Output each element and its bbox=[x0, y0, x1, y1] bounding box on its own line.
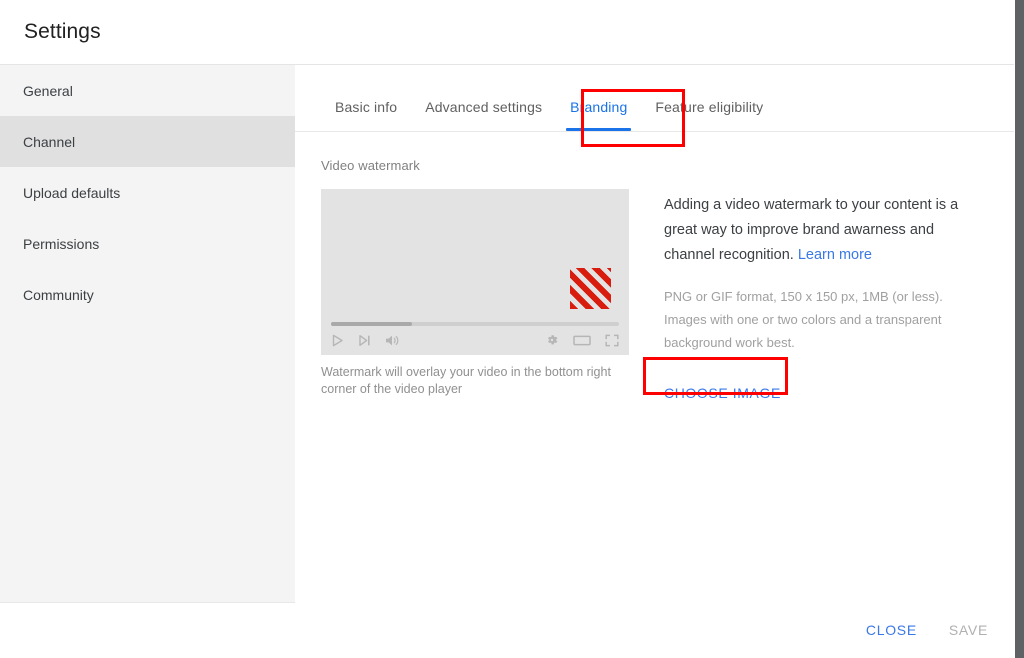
page-title: Settings bbox=[24, 20, 101, 43]
settings-content: Basic info Advanced settings Branding Fe… bbox=[295, 65, 1014, 603]
watermark-preview-column: Watermark will overlay your video in the… bbox=[321, 189, 631, 398]
watermark-preview-caption: Watermark will overlay your video in the… bbox=[321, 365, 611, 396]
tab-branding[interactable]: Branding bbox=[556, 99, 641, 131]
theater-mode-icon[interactable] bbox=[573, 334, 591, 347]
player-controls bbox=[331, 330, 619, 350]
watermark-requirements: PNG or GIF format, 150 x 150 px, 1MB (or… bbox=[664, 289, 943, 350]
sidebar-item-general[interactable]: General bbox=[0, 65, 295, 116]
dialog-body: General Channel Upload defaults Permissi… bbox=[0, 65, 1014, 603]
sidebar-item-channel[interactable]: Channel bbox=[0, 116, 295, 167]
sidebar-item-label: Permissions bbox=[23, 235, 100, 252]
watermark-placeholder-icon bbox=[570, 268, 611, 309]
player-progress-fill bbox=[331, 322, 412, 326]
fullscreen-icon[interactable] bbox=[605, 334, 619, 347]
sidebar-item-upload-defaults[interactable]: Upload defaults bbox=[0, 167, 295, 218]
watermark-description: Adding a video watermark to your content… bbox=[664, 193, 980, 268]
player-controls-left bbox=[331, 334, 400, 347]
dialog-footer: CLOSE SAVE bbox=[0, 603, 1014, 657]
tab-advanced-settings[interactable]: Advanced settings bbox=[411, 99, 556, 131]
volume-icon[interactable] bbox=[385, 334, 400, 347]
tab-label: Branding bbox=[570, 99, 628, 115]
choose-image-button[interactable]: CHOOSE IMAGE bbox=[664, 379, 781, 407]
player-progress-bar[interactable] bbox=[331, 322, 619, 326]
settings-dialog: Settings General Channel Upload defaults… bbox=[0, 0, 1014, 658]
tab-bar: Basic info Advanced settings Branding Fe… bbox=[295, 65, 1014, 132]
learn-more-link[interactable]: Learn more bbox=[798, 247, 872, 263]
tab-label: Basic info bbox=[335, 99, 398, 115]
dialog-header: Settings bbox=[0, 0, 1014, 65]
video-watermark-label: Video watermark bbox=[321, 158, 420, 173]
tab-label: Feature eligibility bbox=[655, 99, 764, 115]
sidebar-item-label: Community bbox=[23, 286, 94, 303]
sidebar-item-label: General bbox=[23, 82, 73, 99]
tab-basic-info[interactable]: Basic info bbox=[321, 99, 411, 131]
sidebar-item-community[interactable]: Community bbox=[0, 269, 295, 320]
sidebar-item-label: Upload defaults bbox=[23, 184, 121, 201]
video-player-preview bbox=[321, 189, 629, 355]
tab-label: Advanced settings bbox=[425, 99, 543, 115]
tab-feature-eligibility[interactable]: Feature eligibility bbox=[641, 99, 777, 131]
settings-sidebar: General Channel Upload defaults Permissi… bbox=[0, 65, 295, 603]
watermark-row: Watermark will overlay your video in the… bbox=[321, 189, 1014, 407]
close-button[interactable]: CLOSE bbox=[854, 613, 929, 647]
watermark-description-column: Adding a video watermark to your content… bbox=[664, 189, 980, 407]
gear-icon[interactable] bbox=[545, 333, 559, 347]
branding-panel: Video watermark Watermark will overlay y… bbox=[295, 132, 1014, 407]
player-controls-right bbox=[545, 333, 619, 347]
page-scrollbar-thumb[interactable] bbox=[1015, 0, 1024, 658]
next-track-icon[interactable] bbox=[358, 334, 371, 347]
play-icon[interactable] bbox=[331, 334, 344, 347]
sidebar-item-permissions[interactable]: Permissions bbox=[0, 218, 295, 269]
save-button[interactable]: SAVE bbox=[937, 613, 1000, 647]
sidebar-item-label: Channel bbox=[23, 133, 76, 150]
page-scrollbar[interactable] bbox=[1014, 0, 1024, 658]
